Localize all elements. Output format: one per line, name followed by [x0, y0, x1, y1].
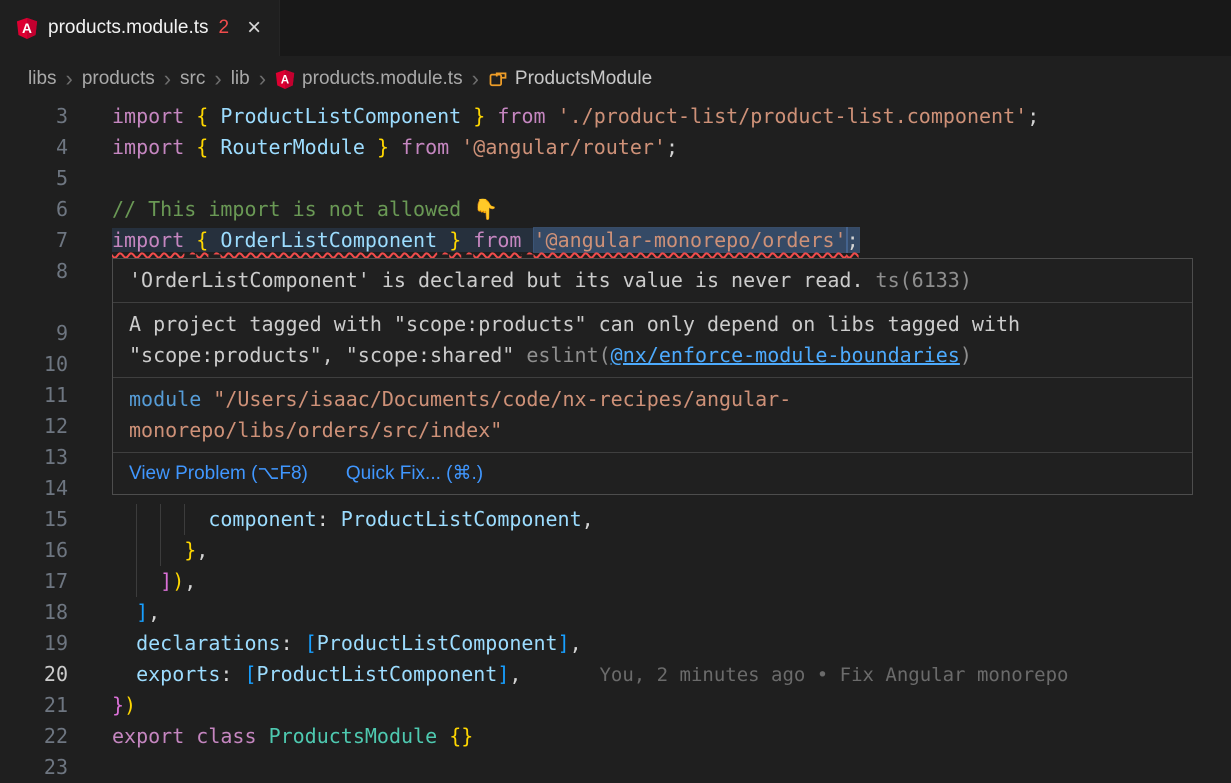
line-content: import { ProductListComponent } from './… [112, 101, 1231, 132]
hover-popup: 'OrderListComponent' is declared but its… [112, 258, 1193, 495]
code-line-19[interactable]: 19 declarations: [ProductListComponent], [0, 628, 1231, 659]
code-area: 3 import { ProductListComponent } from '.… [0, 101, 1231, 783]
line-content: export class ProductsModule {} [112, 721, 1231, 752]
problems-count-badge: 2 [219, 17, 230, 39]
svg-text:A: A [22, 21, 32, 36]
line-number[interactable]: 23 [0, 752, 68, 783]
line-content: import { RouterModule } from '@angular/r… [112, 132, 1231, 163]
breadcrumb: libs › products › src › lib › A products… [0, 56, 1231, 101]
angular-icon: A [16, 17, 38, 39]
code-line-5[interactable]: 5 [0, 163, 1231, 194]
line-number[interactable]: 10 [0, 349, 68, 380]
line-number[interactable]: 19 [0, 628, 68, 659]
tab-products-module[interactable]: A products.module.ts 2 × [0, 0, 280, 56]
indent-guide [160, 504, 161, 535]
code-line-20[interactable]: 20 exports: [ProductListComponent],You, … [0, 659, 1231, 690]
line-content: // This import is not allowed 👇 [112, 194, 1231, 225]
line-content: }, [112, 535, 1231, 566]
code-line-7[interactable]: 7 import { OrderListComponent } from '@an… [0, 225, 1231, 256]
line-number[interactable]: 11 [0, 380, 68, 411]
line-number[interactable]: 6 [0, 194, 68, 225]
ts-error-code: ts(6133) [864, 268, 972, 292]
breadcrumb-item-products[interactable]: products [82, 68, 155, 90]
line-content: import { OrderListComponent } from '@ang… [112, 225, 1231, 256]
line-number[interactable]: 7 [0, 225, 68, 256]
line-content [112, 163, 1231, 194]
hover-ts-message: 'OrderListComponent' is declared but its… [113, 259, 1192, 303]
breadcrumb-item-lib[interactable]: lib [231, 68, 250, 90]
hover-module-info: module "/Users/isaac/Documents/code/nx-r… [113, 378, 1192, 453]
line-content [112, 752, 1231, 783]
indent-guide [160, 535, 161, 566]
line-number[interactable]: 4 [0, 132, 68, 163]
code-line-15[interactable]: 15 component: ProductListComponent, [0, 504, 1231, 535]
breadcrumb-item-file[interactable]: A products.module.ts [275, 68, 463, 90]
close-icon[interactable]: × [247, 16, 261, 40]
line-number[interactable]: 3 [0, 101, 68, 132]
line-number[interactable]: 18 [0, 597, 68, 628]
quick-fix-action[interactable]: Quick Fix... (⌘.) [346, 459, 483, 488]
line-number[interactable]: 12 [0, 411, 68, 442]
line-number[interactable]: 9 [0, 318, 68, 349]
line-content: ], [112, 597, 1231, 628]
code-line-4[interactable]: 4 import { RouterModule } from '@angular/… [0, 132, 1231, 163]
line-number[interactable]: 15 [0, 504, 68, 535]
line-number[interactable]: 17 [0, 566, 68, 597]
line-content: declarations: [ProductListComponent], [112, 628, 1231, 659]
code-line-17[interactable]: 17 ]), [0, 566, 1231, 597]
hover-status-bar: View Problem (⌥F8) Quick Fix... (⌘.) [113, 453, 1192, 494]
tab-bar: A products.module.ts 2 × [0, 0, 1231, 56]
chevron-right-icon: › [259, 68, 266, 90]
line-number[interactable]: 22 [0, 721, 68, 752]
line-content: }) [112, 690, 1231, 721]
indent-guide [184, 504, 185, 535]
hover-eslint-message: A project tagged with "scope:products" c… [113, 303, 1192, 378]
code-line-6[interactable]: 6 // This import is not allowed 👇 [0, 194, 1231, 225]
line-number[interactable]: 13 [0, 442, 68, 473]
chevron-right-icon: › [66, 68, 73, 90]
breadcrumb-item-libs[interactable]: libs [28, 68, 57, 90]
code-line-18[interactable]: 18 ], [0, 597, 1231, 628]
chevron-right-icon: › [164, 68, 171, 90]
svg-text:A: A [281, 73, 290, 86]
indent-guide [136, 504, 137, 535]
breadcrumb-item-symbol[interactable]: ProductsModule [488, 68, 652, 90]
tab-label: products.module.ts [48, 17, 209, 39]
view-problem-action[interactable]: View Problem (⌥F8) [129, 459, 308, 488]
line-content: ]), [112, 566, 1231, 597]
line-number[interactable]: 5 [0, 163, 68, 194]
indent-guide [136, 535, 137, 566]
line-number[interactable]: 16 [0, 535, 68, 566]
angular-icon: A [275, 69, 295, 89]
line-number[interactable]: 8 [0, 256, 68, 318]
breadcrumb-item-src[interactable]: src [180, 68, 205, 90]
line-number[interactable]: 20 [0, 659, 68, 690]
line-content: component: ProductListComponent, [112, 504, 1231, 535]
code-line-21[interactable]: 21}) [0, 690, 1231, 721]
code-line-22[interactable]: 22 export class ProductsModule {} [0, 721, 1231, 752]
eslint-rule-link[interactable]: @nx/enforce-module-boundaries [611, 343, 960, 367]
chevron-right-icon: › [472, 68, 479, 90]
line-number[interactable]: 14 [0, 473, 68, 504]
code-line-23[interactable]: 23 [0, 752, 1231, 783]
chevron-right-icon: › [214, 68, 221, 90]
code-line-16[interactable]: 16 }, [0, 535, 1231, 566]
line-number[interactable]: 21 [0, 690, 68, 721]
line-content: exports: [ProductListComponent],You, 2 m… [112, 659, 1231, 690]
code-line-3[interactable]: 3 import { ProductListComponent } from '.… [0, 101, 1231, 132]
indent-guide [136, 566, 137, 597]
class-symbol-icon [488, 69, 508, 89]
git-blame-annotation: You, 2 minutes ago • Fix Angular monorep… [599, 664, 1068, 686]
